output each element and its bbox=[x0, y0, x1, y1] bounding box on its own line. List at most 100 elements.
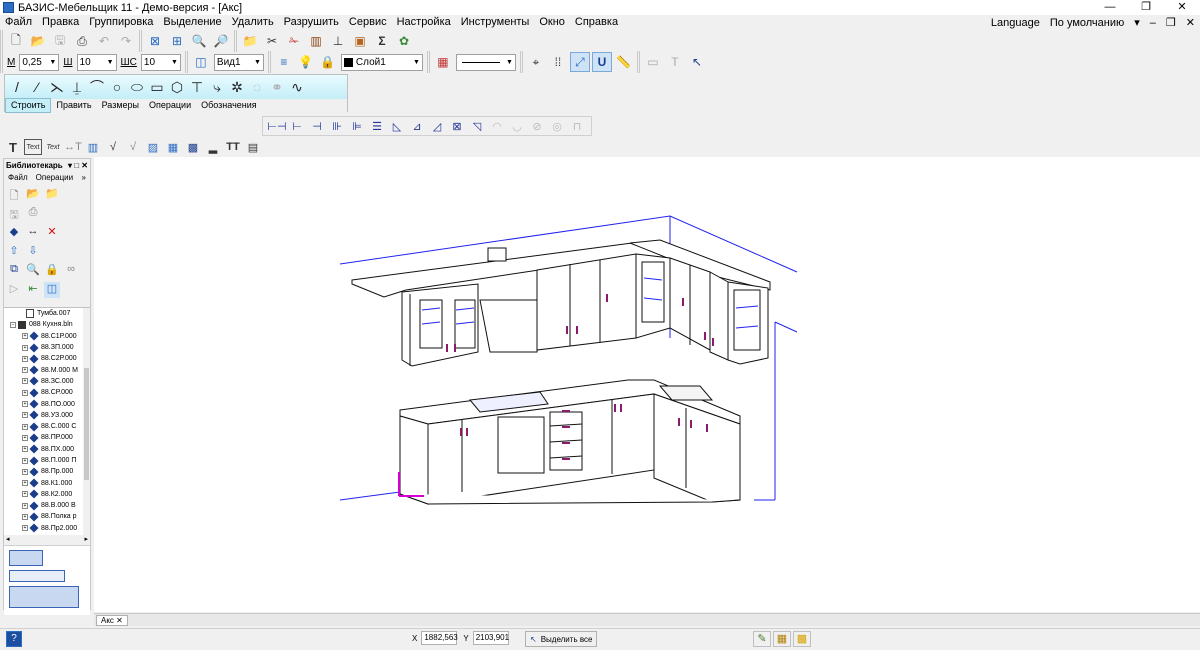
menu-service[interactable]: Сервис bbox=[344, 15, 392, 30]
library-close-button[interactable]: ✕ bbox=[81, 161, 88, 170]
library-save-icon[interactable]: 🖫 bbox=[6, 206, 22, 222]
expand-icon[interactable]: + bbox=[22, 502, 28, 509]
zoom-all-icon[interactable]: ⊞ bbox=[167, 31, 187, 51]
library-link-icon[interactable]: ∞ bbox=[63, 263, 79, 279]
dim-stack-icon[interactable]: ☰ bbox=[368, 116, 386, 136]
list-item[interactable]: +88.К1.000 bbox=[4, 477, 90, 488]
expand-icon[interactable]: + bbox=[22, 401, 28, 408]
scroll-right-icon[interactable]: ▸ bbox=[84, 535, 88, 543]
roughness2-icon[interactable]: √ bbox=[124, 139, 142, 155]
language-button[interactable]: Language bbox=[986, 17, 1045, 29]
menu-file[interactable]: Файл bbox=[0, 15, 37, 30]
undo-icon[interactable]: ↶ bbox=[94, 31, 114, 51]
menu-help[interactable]: Справка bbox=[570, 15, 623, 30]
expand-icon[interactable]: + bbox=[22, 434, 28, 441]
expand-icon[interactable]: + bbox=[22, 457, 28, 464]
expand-icon[interactable]: + bbox=[22, 355, 28, 362]
spline-icon[interactable]: ∿ bbox=[287, 79, 307, 96]
list-item[interactable]: +88.С.000 С bbox=[4, 421, 90, 432]
expand-icon[interactable]: + bbox=[22, 333, 28, 340]
dim-radius-icon[interactable]: ◠ bbox=[488, 116, 506, 136]
list-item[interactable]: +88.П.000 П bbox=[4, 455, 90, 466]
preview-thumbnail[interactable] bbox=[9, 550, 43, 566]
expand-icon[interactable]: + bbox=[22, 480, 28, 487]
arc-icon[interactable]: ⌒ bbox=[87, 77, 107, 97]
menu-tools[interactable]: Инструменты bbox=[456, 15, 535, 30]
select-all-button[interactable]: ↖ Выделить все bbox=[525, 631, 598, 647]
fillet-icon[interactable]: ◌ bbox=[247, 79, 267, 95]
expand-icon[interactable]: + bbox=[22, 423, 28, 430]
render-icon[interactable]: ✿ bbox=[394, 31, 414, 51]
dim-diameter-icon[interactable]: ⊘ bbox=[528, 116, 546, 136]
library-menu-file[interactable]: Файл bbox=[4, 173, 32, 182]
ortho-icon[interactable]: ⤢ bbox=[569, 52, 590, 72]
expand-icon[interactable]: + bbox=[22, 446, 28, 453]
point-star-icon[interactable]: ✲ bbox=[227, 79, 247, 96]
hatch-icon[interactable]: ▨ bbox=[144, 139, 162, 155]
library-view-icon[interactable]: ◫ bbox=[44, 281, 60, 298]
menu-select[interactable]: Выделение bbox=[158, 15, 226, 30]
bulb-icon[interactable]: 💡 bbox=[296, 52, 316, 72]
spec-table-icon[interactable]: ▤ bbox=[244, 139, 262, 155]
drawing-canvas[interactable] bbox=[94, 157, 1200, 612]
list-item[interactable]: +88.УЗ.000 bbox=[4, 410, 90, 421]
menu-window[interactable]: Окно bbox=[534, 15, 570, 30]
tree-horizontal-scrollbar[interactable]: ◂ ▸ bbox=[4, 535, 90, 543]
menu-explode[interactable]: Разрушить bbox=[279, 15, 344, 30]
dim-angle2-icon[interactable]: ⊿ bbox=[408, 116, 426, 136]
line-width-select[interactable]: 0,25 ▼ bbox=[19, 53, 60, 71]
measure-icon[interactable]: 📏 bbox=[614, 52, 634, 72]
angle-line-icon[interactable]: ⋋ bbox=[47, 79, 67, 96]
dim-angle4-icon[interactable]: ⊠ bbox=[448, 116, 466, 136]
library-menu-operations[interactable]: Операции bbox=[32, 173, 77, 182]
dim-angle3-icon[interactable]: ◿ bbox=[428, 116, 446, 136]
list-item[interactable]: Тумба.007 bbox=[4, 308, 90, 319]
preview-thumbnail[interactable] bbox=[9, 586, 79, 608]
dim-vertical-icon[interactable]: ⊣ bbox=[308, 116, 326, 136]
layer-stack-icon[interactable]: ≡ bbox=[274, 52, 294, 72]
mdi-minimize-button[interactable]: – bbox=[1145, 17, 1161, 29]
catalog-icon[interactable]: 📁 bbox=[240, 31, 260, 51]
expand-icon[interactable]: + bbox=[22, 344, 28, 351]
list-item[interactable]: +88.С2Р.000 bbox=[4, 353, 90, 364]
list-item[interactable]: +88.ЗП.000 bbox=[4, 342, 90, 353]
tab-edit[interactable]: Править bbox=[51, 99, 96, 112]
color-palette-icon[interactable]: ▦ bbox=[433, 52, 453, 72]
dim-horizontal-icon[interactable]: ⊢ bbox=[288, 116, 306, 136]
minimize-button[interactable]: — bbox=[1092, 0, 1128, 15]
preset-dropdown[interactable]: По умолчанию bbox=[1045, 17, 1129, 29]
y-coordinate-field[interactable]: 2103,901 bbox=[472, 631, 509, 645]
library-cursor-icon[interactable]: ▷ bbox=[6, 282, 22, 298]
ellipse-icon[interactable]: ⬭ bbox=[127, 79, 147, 96]
tab-operations[interactable]: Операции bbox=[144, 99, 196, 112]
frame-icon[interactable]: ▭ bbox=[643, 52, 663, 72]
list-item[interactable]: +88.Пр.000 bbox=[4, 466, 90, 477]
expand-icon[interactable]: + bbox=[22, 412, 28, 419]
edging-icon[interactable]: ⊥ bbox=[328, 31, 348, 51]
hatch-fill-icon[interactable]: ▦ bbox=[164, 139, 182, 155]
preset-dropdown-arrow[interactable]: ▾ bbox=[1129, 16, 1145, 29]
parallel-line-icon[interactable]: ⍊ bbox=[67, 79, 87, 96]
zoom-out-icon[interactable]: 🔎 bbox=[211, 31, 231, 51]
library-preview-icon[interactable]: ⧉ bbox=[6, 263, 22, 279]
expand-icon[interactable]: + bbox=[22, 378, 28, 385]
tab-document-aks[interactable]: Акс ✕ bbox=[96, 614, 128, 626]
library-float-button[interactable]: □ bbox=[74, 161, 79, 170]
mdi-close-button[interactable]: ✕ bbox=[1181, 16, 1200, 29]
library-move-up-icon[interactable]: ⇧ bbox=[6, 244, 22, 260]
open-folder-icon[interactable]: 📂 bbox=[28, 31, 48, 51]
view-select[interactable]: Вид1 ▼ bbox=[213, 53, 264, 71]
list-item[interactable]: +88.Пр2.000 bbox=[4, 523, 90, 534]
list-item[interactable]: +88.ПХ.000 bbox=[4, 444, 90, 455]
expand-icon[interactable]: + bbox=[22, 491, 28, 498]
list-item[interactable]: +88.СР.000 bbox=[4, 387, 90, 398]
list-item[interactable]: +88.М.000 М bbox=[4, 364, 90, 375]
mdi-restore-button[interactable]: ❐ bbox=[1161, 16, 1181, 29]
box-icon[interactable]: ▣ bbox=[350, 31, 370, 51]
menu-group[interactable]: Группировка bbox=[84, 15, 158, 30]
list-item[interactable]: − 088 Кухня.bln bbox=[4, 319, 90, 330]
new-library-icon[interactable]: 🗋 bbox=[6, 187, 22, 203]
dim-baseline-icon[interactable]: ⊫ bbox=[348, 116, 366, 136]
cut-tool-icon[interactable]: ✂ bbox=[262, 31, 282, 51]
magnet-icon[interactable]: U bbox=[591, 52, 612, 72]
